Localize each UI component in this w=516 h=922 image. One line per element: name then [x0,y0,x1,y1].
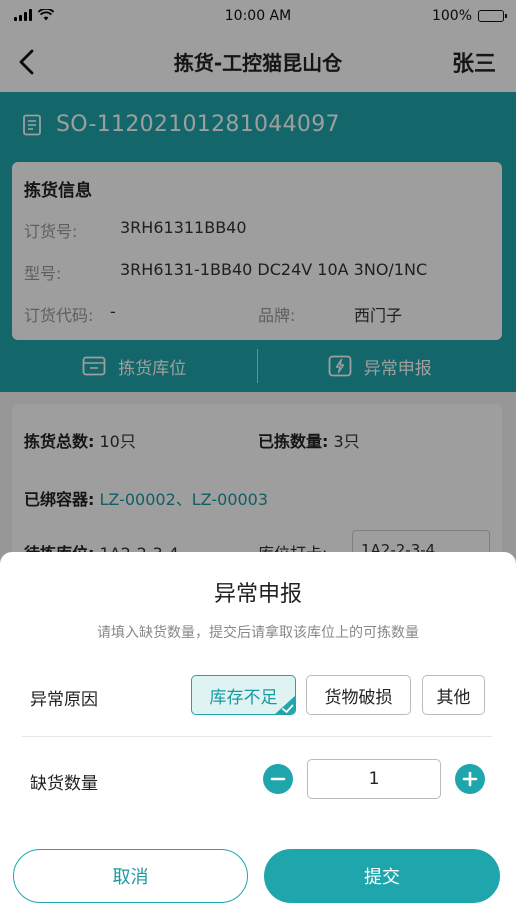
quantity-label: 缺货数量 [30,774,98,794]
decrement-button[interactable] [263,764,293,794]
reason-option-label: 货物破损 [324,687,393,708]
sheet-subtitle: 请填入缺货数量，提交后请拿取该库位上的可拣数量 [97,625,419,641]
reason-option-other[interactable]: 其他 [422,675,485,715]
plus-icon [462,771,478,787]
reason-option-damaged[interactable]: 货物破损 [306,675,411,715]
reason-label: 异常原因 [30,690,98,710]
sheet-divider [22,736,492,737]
reason-option-label: 其他 [436,687,471,708]
reason-option-insufficient[interactable]: 库存不足 [191,675,296,715]
exception-report-sheet: 异常申报 请填入缺货数量，提交后请拿取该库位上的可拣数量 异常原因 库存不足 货… [0,552,516,922]
increment-button[interactable] [455,764,485,794]
minus-icon [270,777,286,781]
sheet-title: 异常申报 [213,582,302,607]
quantity-input[interactable] [307,759,441,799]
check-corner-icon [275,695,295,714]
submit-button[interactable]: 提交 [264,849,500,903]
cancel-button[interactable]: 取消 [13,849,248,903]
reason-option-label: 库存不足 [209,687,278,708]
